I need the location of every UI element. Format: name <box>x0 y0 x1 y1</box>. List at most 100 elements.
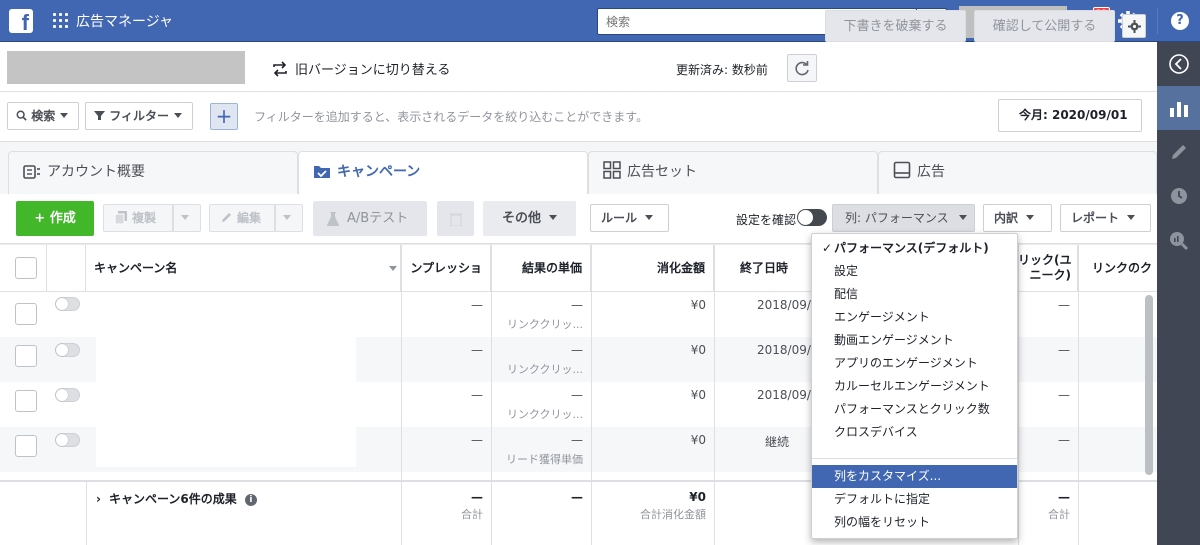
chevron-down-icon <box>60 113 69 118</box>
help-icon[interactable]: ? <box>1171 12 1189 30</box>
copy-icon <box>114 211 127 225</box>
column-header-cost-per-result[interactable]: 結果の単価 <box>491 245 591 292</box>
filter-dropdown-button[interactable]: フィルター <box>85 102 193 130</box>
column-header-impressions[interactable]: ンプレッション <box>401 245 491 322</box>
row-status-toggle[interactable] <box>55 343 80 357</box>
select-all-checkbox[interactable] <box>15 257 37 279</box>
reports-button[interactable]: レポート <box>1060 204 1151 232</box>
cell-amount-spent: ¥0 <box>690 298 706 312</box>
summary-link-clicks-unique-note: 合計 <box>1048 508 1070 521</box>
rail-item-inspect[interactable] <box>1157 218 1200 262</box>
columns-preset-label: 列: パフォーマンス <box>845 211 949 225</box>
menu-item-cross-device[interactable]: クロスデバイス <box>812 421 1017 444</box>
tab-account-overview[interactable]: アカウント概要 <box>8 151 298 194</box>
summary-expand-toggle[interactable]: › キャンペーン6件の成果 i <box>96 490 257 507</box>
info-icon[interactable]: i <box>244 494 257 506</box>
ab-test-button[interactable]: A/Bテスト <box>313 201 427 236</box>
tab-ads[interactable]: 広告 <box>878 151 1157 194</box>
menu-item-engagement[interactable]: エンゲージメント <box>812 306 1017 329</box>
refresh-button[interactable] <box>787 54 817 82</box>
chevron-down-icon <box>1127 215 1136 220</box>
switch-old-version-label: 旧バージョンに切り替える <box>295 63 451 78</box>
magnifier-chart-icon <box>1170 232 1189 251</box>
summary-amount-spent-note: 合計消化金額 <box>640 508 706 521</box>
cell-cost-per-result: — <box>571 433 583 447</box>
app-title[interactable]: 広告マネージャ <box>76 11 173 31</box>
cell-result-type: リンククリッ... <box>506 408 583 421</box>
facebook-logo-icon[interactable]: f <box>9 9 33 33</box>
date-range-button[interactable]: 今月: 2020/09/01 <box>998 99 1142 148</box>
cell-impressions: — <box>471 433 483 447</box>
menu-item-performance-clicks[interactable]: パフォーマンスとクリック数 <box>812 398 1017 421</box>
tab-ad-sets[interactable]: 広告セット <box>588 151 878 194</box>
switch-old-version-link[interactable]: 旧バージョンに切り替える <box>271 59 450 78</box>
rail-collapse-button[interactable] <box>1157 42 1200 86</box>
cell-end-date: 継続 <box>765 435 790 449</box>
row-status-toggle[interactable] <box>55 388 80 402</box>
row-status-toggle[interactable] <box>55 433 80 447</box>
menu-item-set-default[interactable]: デフォルトに指定 <box>812 488 1017 511</box>
chevron-down-icon <box>283 215 291 220</box>
review-publish-button[interactable]: 確認して公開する <box>974 10 1115 42</box>
duplicate-button[interactable]: 複製 <box>103 204 173 232</box>
menu-item-settings[interactable]: 設定 <box>812 260 1017 283</box>
column-header-end-date[interactable]: 終了日時 <box>714 245 814 292</box>
ad-preview-icon <box>893 161 911 179</box>
row-checkbox[interactable] <box>15 345 37 367</box>
discard-drafts-button[interactable]: 下書きを破棄する <box>825 10 966 42</box>
pencil-icon <box>221 212 232 223</box>
column-header-amount-spent[interactable]: 消化金額 <box>591 245 714 292</box>
rules-button[interactable]: ルール <box>590 204 669 232</box>
more-actions-button[interactable]: その他 <box>483 201 576 236</box>
clock-icon <box>1171 188 1187 204</box>
columns-preset-button[interactable]: 列: パフォーマンス <box>832 204 975 232</box>
apps-grid-icon[interactable] <box>53 13 68 28</box>
menu-item-delivery[interactable]: 配信 <box>812 283 1017 306</box>
rail-item-charts[interactable] <box>1157 86 1200 130</box>
settings-button[interactable] <box>1122 14 1146 38</box>
row-checkbox[interactable] <box>15 390 37 412</box>
row-status-toggle[interactable] <box>55 297 80 311</box>
menu-item-carousel-engagement[interactable]: カルーセルエンゲージメント <box>812 375 1017 398</box>
breakdown-button[interactable]: 内訳 <box>983 204 1052 232</box>
cell-link-clicks-unique: — <box>1058 433 1070 447</box>
sort-caret-icon[interactable] <box>389 266 397 271</box>
tab-campaigns[interactable]: キャンペーン <box>298 151 588 195</box>
menu-item-app-engagement[interactable]: アプリのエンゲージメント <box>812 352 1017 375</box>
cell-link-clicks-unique: — <box>1058 298 1070 312</box>
add-filter-button[interactable]: + <box>210 103 238 130</box>
tab-label: キャンペーン <box>337 164 421 180</box>
setting-check-toggle[interactable] <box>797 209 827 226</box>
rail-item-edit[interactable] <box>1157 130 1200 174</box>
edit-menu-button[interactable] <box>275 204 303 232</box>
more-actions-label: その他 <box>501 211 541 226</box>
delete-button[interactable] <box>437 201 474 236</box>
column-header-link-clicks[interactable]: リンクのクリ <box>1078 245 1157 322</box>
rules-label: ルール <box>601 211 638 225</box>
search-dropdown-button[interactable]: 検索 <box>7 102 79 130</box>
tab-label: 広告セット <box>627 164 697 180</box>
column-header-campaign-name[interactable]: キャンペーン名 <box>86 245 401 292</box>
column-header-link-clicks-unique[interactable]: リック(ユ ニーク) <box>1018 245 1078 292</box>
pencil-icon <box>1172 145 1186 159</box>
duplicate-menu-button[interactable] <box>173 204 201 232</box>
menu-item-reset-column-widths[interactable]: 列の幅をリセット <box>812 511 1017 534</box>
menu-item-performance-default[interactable]: ✓ パフォーマンス(デフォルト) <box>812 237 1017 260</box>
table-vertical-scrollbar[interactable] <box>1145 295 1153 475</box>
row-checkbox[interactable] <box>15 435 37 457</box>
cell-amount-spent: ¥0 <box>690 433 706 447</box>
chevron-down-icon <box>181 215 189 220</box>
bar-chart-icon <box>1170 102 1188 117</box>
summary-impressions-note: 合計 <box>461 508 483 521</box>
edit-button[interactable]: 編集 <box>209 204 275 232</box>
rail-item-history[interactable] <box>1157 174 1200 218</box>
topbar-separator <box>1157 8 1158 34</box>
menu-item-customize-columns[interactable]: 列をカスタマイズ... <box>812 465 1017 488</box>
menu-item-video-engagement[interactable]: 動画エンゲージメント <box>812 329 1017 352</box>
tab-label: アカウント概要 <box>47 164 145 180</box>
row-checkbox[interactable] <box>15 303 37 325</box>
redacted-campaign-name <box>96 337 356 382</box>
create-button[interactable]: + 作成 <box>16 201 94 236</box>
gear-icon <box>1128 20 1141 33</box>
account-selector[interactable] <box>7 51 245 84</box>
